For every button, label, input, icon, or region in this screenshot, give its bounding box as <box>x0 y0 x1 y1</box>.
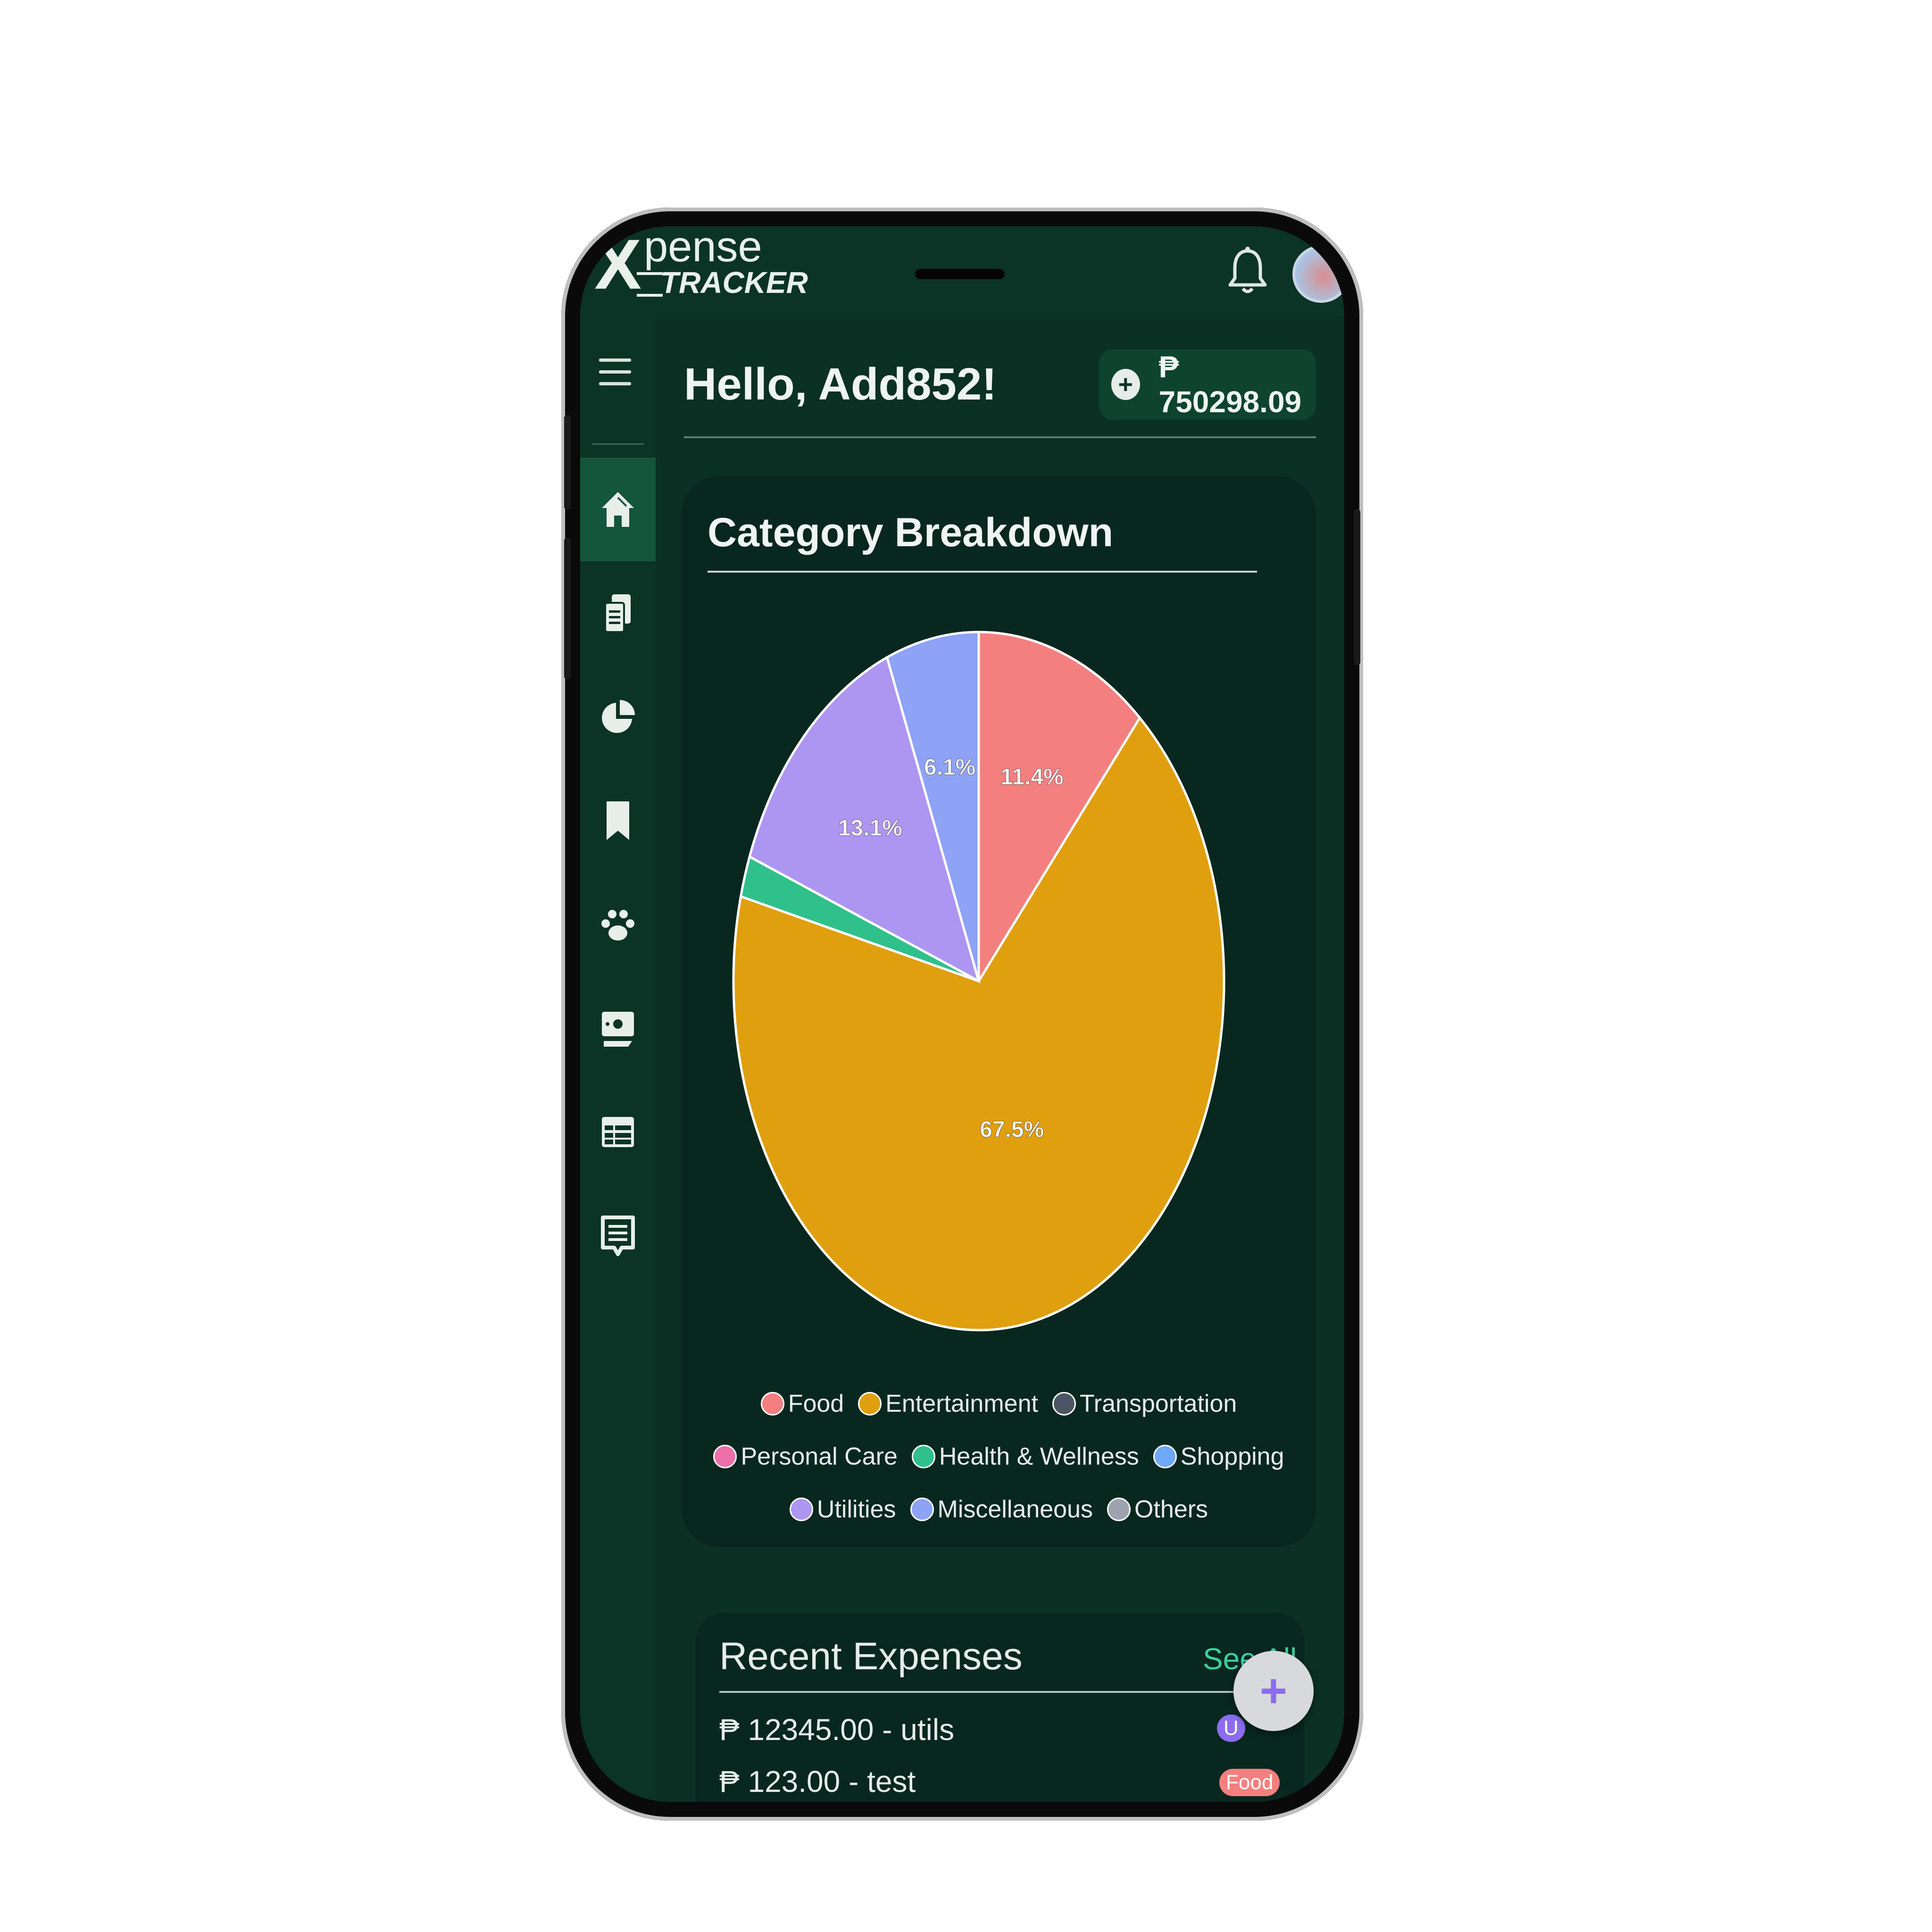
avatar[interactable] <box>1292 245 1344 303</box>
pie-data-label: 6.1% <box>924 755 975 780</box>
legend-item[interactable]: Shopping <box>1153 1442 1284 1471</box>
add-expense-button[interactable]: + <box>1233 1651 1314 1731</box>
bell-icon[interactable] <box>1226 245 1269 297</box>
clipboard-icon <box>604 594 631 633</box>
sidebar <box>580 316 656 1802</box>
legend-item[interactable]: Others <box>1107 1495 1208 1524</box>
legend-item[interactable]: Food <box>760 1390 844 1418</box>
legend-label: Miscellaneous <box>937 1496 1093 1523</box>
paw-icon <box>601 910 634 941</box>
balance-pill[interactable]: + ₱ 750298.09 <box>1099 349 1316 420</box>
legend-row: Utilities Miscellaneous Others <box>682 1483 1316 1536</box>
legend-item[interactable]: Entertainment <box>858 1390 1038 1418</box>
legend-swatch <box>1052 1392 1076 1416</box>
legend-swatch <box>858 1392 882 1416</box>
table-icon <box>602 1117 634 1147</box>
sidebar-divider <box>592 443 644 445</box>
legend-label: Personal Care <box>741 1443 898 1470</box>
hamburger-menu-icon[interactable] <box>599 358 631 387</box>
add-balance-button[interactable]: + <box>1111 369 1140 400</box>
pie-data-label: 67.5% <box>980 1117 1044 1142</box>
plus-icon: + <box>1259 1665 1288 1717</box>
sidebar-item-income[interactable] <box>580 976 656 1080</box>
sidebar-item-table[interactable] <box>580 1080 656 1184</box>
legend-label: Utilities <box>816 1496 896 1523</box>
legend-swatch <box>760 1392 784 1416</box>
phone-side-button <box>1354 509 1360 665</box>
chart-legend: Food Entertainment Transportation Personal … <box>682 1377 1316 1536</box>
legend-item[interactable]: Utilities <box>789 1495 896 1524</box>
sidebar-item-reports[interactable] <box>580 665 656 769</box>
sidebar-item-notes[interactable] <box>580 1184 656 1288</box>
legend-swatch <box>1153 1445 1177 1468</box>
legend-swatch <box>911 1445 935 1468</box>
pie-chart: 11.4% 67.5% 13.1% 6.1% <box>732 631 1225 1332</box>
sidebar-item-home[interactable] <box>580 458 656 561</box>
legend-item[interactable]: Health & Wellness <box>911 1442 1139 1471</box>
legend-swatch <box>713 1445 737 1468</box>
pie-data-label: 13.1% <box>838 816 902 841</box>
logo-top-text: pense <box>644 226 762 271</box>
expense-tag: U <box>1217 1715 1245 1742</box>
recent-expenses-card: Recent Expenses See All ₱ 12345.00 - uti… <box>696 1613 1304 1802</box>
balance-amount: ₱ 750298.09 <box>1158 350 1302 419</box>
legend-label: Others <box>1134 1496 1208 1523</box>
legend-swatch <box>789 1498 813 1521</box>
sidebar-item-groups[interactable] <box>580 873 656 976</box>
phone-notch <box>915 269 1005 279</box>
pie-chart-icon <box>602 700 635 733</box>
legend-item[interactable]: Miscellaneous <box>910 1495 1093 1524</box>
recent-divider <box>719 1691 1243 1693</box>
phone-side-button <box>564 538 571 679</box>
sidebar-item-budgets[interactable] <box>580 769 656 873</box>
sidebar-item-expenses[interactable] <box>580 561 656 665</box>
header-divider <box>684 436 1316 438</box>
greeting: Hello, Add852! <box>684 359 997 409</box>
logo-initial: X <box>594 226 642 304</box>
expense-tag: Food <box>1219 1769 1280 1796</box>
legend-item[interactable]: Transportation <box>1052 1390 1237 1418</box>
app-logo[interactable]: X pense TRACKER <box>594 226 808 309</box>
recent-title: Recent Expenses <box>719 1635 1023 1678</box>
legend-swatch <box>910 1498 934 1521</box>
bookmark-icon <box>607 801 629 840</box>
expense-row[interactable]: ₱ 123.00 - test <box>719 1764 916 1799</box>
screen: X pense TRACKER Hello, Add852! + ₱ 75029… <box>580 226 1344 1802</box>
legend-label: Entertainment <box>885 1390 1038 1417</box>
logo-lines <box>637 272 663 297</box>
top-bar: X pense TRACKER <box>580 226 1344 316</box>
phone-side-button <box>564 415 571 509</box>
category-breakdown-card: Category Breakdown 11.4% 67.5% 13.1% 6.1% F… <box>682 476 1316 1547</box>
expense-row[interactable]: ₱ 12345.00 - utils <box>719 1712 954 1747</box>
legend-swatch <box>1107 1498 1131 1521</box>
legend-label: Transportation <box>1079 1390 1237 1417</box>
legend-label: Shopping <box>1180 1443 1284 1470</box>
legend-label: Food <box>788 1390 844 1417</box>
money-icon <box>602 1012 634 1047</box>
legend-item[interactable]: Personal Care <box>713 1442 898 1471</box>
home-icon <box>602 492 634 527</box>
pie-data-label: 11.4% <box>1000 765 1063 790</box>
legend-label: Health & Wellness <box>939 1443 1139 1470</box>
legend-row: Food Entertainment Transportation <box>682 1377 1316 1430</box>
legend-row: Personal Care Health & Wellness Shopping <box>682 1430 1316 1483</box>
logo-bottom-text: TRACKER <box>660 266 808 300</box>
list-icon <box>601 1216 635 1256</box>
